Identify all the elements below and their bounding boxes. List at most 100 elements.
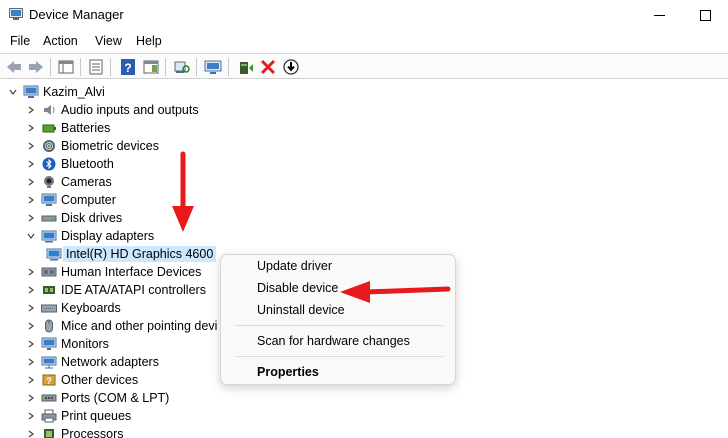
chevron-down-icon[interactable] (8, 87, 18, 97)
tree-item[interactable]: Monitors (26, 335, 109, 353)
speaker-icon (41, 103, 57, 117)
toolbar-separator (50, 58, 51, 76)
monitor-icon (41, 337, 57, 351)
tree-item[interactable]: Print queues (26, 407, 131, 425)
menu-item-scan-hardware[interactable]: Scan for hardware changes (257, 334, 410, 348)
toolbar: ? (0, 53, 728, 79)
computer-root-icon (23, 85, 39, 99)
menu-item-properties[interactable]: Properties (257, 365, 319, 379)
tree-item-label: Cameras (61, 175, 112, 189)
chevron-right-icon[interactable] (26, 123, 36, 133)
scan-hardware-icon (174, 61, 190, 73)
menu-item-update-driver[interactable]: Update driver (257, 259, 332, 273)
scan-hardware-button[interactable] (172, 57, 192, 77)
chevron-right-icon[interactable] (26, 339, 36, 349)
chevron-right-icon[interactable] (26, 429, 36, 438)
tree-item-label: Batteries (61, 121, 111, 135)
list-view-icon (89, 59, 103, 75)
tree-item-label: Network adapters (61, 355, 159, 369)
chevron-right-icon[interactable] (26, 267, 36, 277)
window-title: Device Manager (29, 7, 124, 22)
tree-item[interactable]: Processors (26, 425, 124, 438)
toolbar-separator (165, 58, 166, 76)
tree-item-label: Monitors (61, 337, 109, 351)
properties-button[interactable] (86, 57, 106, 77)
toolbar-separator (196, 58, 197, 76)
tree-item[interactable]: Batteries (26, 119, 110, 137)
back-button[interactable] (4, 57, 24, 77)
add-legacy-hardware-button[interactable] (203, 57, 223, 77)
menu-action[interactable]: Action (43, 34, 78, 48)
camera-icon (41, 175, 57, 189)
tree-item-label: IDE ATA/ATAPI controllers (61, 283, 206, 297)
tree-item[interactable]: Biometric devices (26, 137, 159, 155)
tree-item[interactable]: Display adapters (26, 227, 154, 245)
disable-device-icon (283, 59, 299, 75)
menu-file[interactable]: File (10, 34, 30, 48)
tree-item-label: Kazim_Alvi (43, 85, 105, 99)
keyboard-icon (41, 301, 57, 315)
tree-item-label: Display adapters (61, 229, 155, 243)
disable-device-button[interactable] (281, 57, 301, 77)
tree-item[interactable]: ? Other devices (26, 371, 138, 389)
forward-button[interactable] (26, 57, 46, 77)
tree-item-label: Keyboards (61, 301, 121, 315)
uninstall-device-button[interactable] (258, 57, 278, 77)
update-driver-button[interactable] (236, 57, 256, 77)
action-pane-button[interactable] (141, 57, 161, 77)
menu-item-disable-device[interactable]: Disable device (257, 281, 338, 295)
properties-view-icon (58, 60, 74, 74)
tree-item[interactable]: Human Interface Devices (26, 263, 201, 281)
tree-item[interactable]: IDE ATA/ATAPI controllers (26, 281, 206, 299)
tree-item[interactable]: Bluetooth (26, 155, 114, 173)
chevron-right-icon[interactable] (26, 177, 36, 187)
tree-item[interactable]: Keyboards (26, 299, 121, 317)
tree-item[interactable]: Network adapters (26, 353, 159, 371)
tree-item[interactable]: Intel(R) HD Graphics 4600 (46, 245, 217, 263)
chevron-right-icon[interactable] (26, 141, 36, 151)
chevron-right-icon[interactable] (26, 105, 36, 115)
chevron-right-icon[interactable] (26, 159, 36, 169)
chevron-right-icon[interactable] (26, 213, 36, 223)
battery-icon (41, 121, 57, 135)
tree-item-label: Bluetooth (61, 157, 114, 171)
menu-bar: File Action View Help (0, 31, 728, 51)
tree-item-label: Mice and other pointing devi (61, 319, 218, 333)
chevron-right-icon[interactable] (26, 195, 36, 205)
show-hide-console-button[interactable] (56, 57, 76, 77)
tree-item[interactable]: Cameras (26, 173, 112, 191)
chevron-right-icon[interactable] (26, 375, 36, 385)
tree-item-label: Print queues (61, 409, 132, 423)
action-pane-icon (143, 60, 159, 74)
menu-separator (235, 356, 443, 357)
uninstall-x-icon (260, 59, 276, 75)
chevron-right-icon[interactable] (26, 321, 36, 331)
chevron-right-icon[interactable] (26, 393, 36, 403)
bluetooth-icon (41, 157, 57, 171)
menu-separator (235, 325, 443, 326)
maximize-button[interactable] (682, 0, 728, 30)
tree-item[interactable]: Computer (26, 191, 116, 209)
computer-icon (41, 193, 57, 207)
tree-item[interactable]: Audio inputs and outputs (26, 101, 199, 119)
hid-icon (41, 265, 57, 279)
menu-help[interactable]: Help (136, 34, 162, 48)
tree-item[interactable]: Kazim_Alvi (8, 83, 105, 101)
display-adapter-icon (41, 229, 57, 243)
minimize-button[interactable] (636, 0, 682, 30)
tree-item[interactable]: Disk drives (26, 209, 122, 227)
tree-item-label: Human Interface Devices (61, 265, 202, 279)
display-adapter-icon (46, 247, 62, 261)
tree-item[interactable]: Mice and other pointing devi (26, 317, 217, 335)
chevron-right-icon[interactable] (26, 411, 36, 421)
back-arrow-icon (7, 61, 21, 73)
menu-item-uninstall-device[interactable]: Uninstall device (257, 303, 345, 317)
chevron-right-icon[interactable] (26, 303, 36, 313)
tree-item[interactable]: Ports (COM & LPT) (26, 389, 169, 407)
chevron-right-icon[interactable] (26, 285, 36, 295)
help-button[interactable]: ? (118, 57, 138, 77)
chevron-right-icon[interactable] (26, 357, 36, 367)
menu-view[interactable]: View (95, 34, 122, 48)
chevron-down-icon[interactable] (26, 231, 36, 241)
svg-text:?: ? (46, 376, 52, 386)
